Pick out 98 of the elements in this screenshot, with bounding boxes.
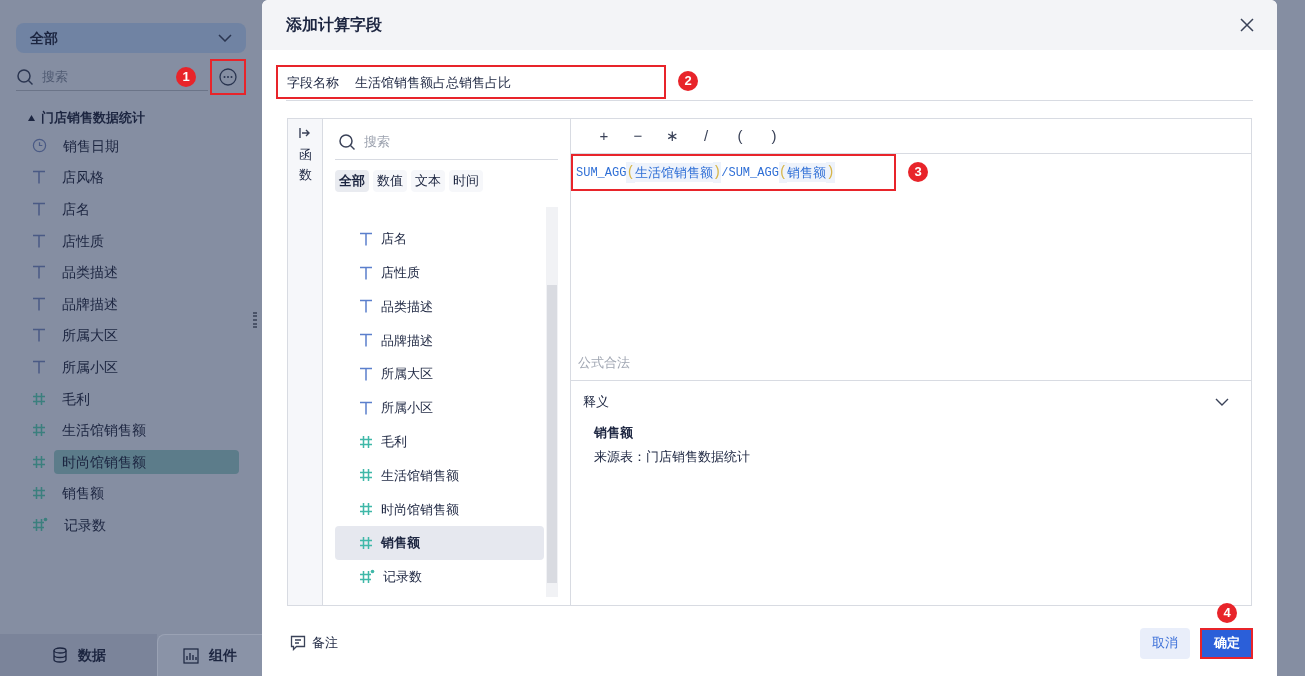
formula-status: 公式合法: [578, 353, 630, 372]
database-icon: [51, 647, 68, 663]
filter-tab[interactable]: 数值: [373, 170, 407, 192]
function-tab[interactable]: 函数: [288, 119, 323, 605]
hash-icon: [32, 486, 46, 501]
hash-icon: [359, 502, 373, 517]
filter-tab[interactable]: 全部: [335, 170, 369, 192]
scrollbar[interactable]: [546, 207, 558, 597]
search-input[interactable]: 搜索: [364, 131, 514, 152]
chevron-down-icon[interactable]: [1215, 398, 1229, 406]
text-type-icon: [359, 367, 373, 382]
field-item[interactable]: 品牌描述: [335, 323, 544, 358]
operator-button[interactable]: (: [732, 124, 748, 148]
field-item[interactable]: 店名: [54, 197, 239, 221]
field-item[interactable]: 记录数: [335, 559, 544, 594]
text-type-icon: [32, 296, 46, 311]
field-item[interactable]: 销售额: [54, 481, 239, 506]
field-item[interactable]: 店性质: [54, 228, 239, 253]
expand-arrow-icon: [299, 127, 311, 139]
field-item[interactable]: 毛利: [335, 424, 544, 459]
tree-group-label[interactable]: 门店销售数据统计: [41, 108, 145, 128]
field-item[interactable]: 所属小区: [335, 391, 544, 425]
field-item[interactable]: 生活馆销售额: [335, 458, 544, 493]
operator-button[interactable]: +: [596, 124, 612, 148]
field-item[interactable]: 销售额: [335, 526, 544, 560]
hash-icon: [359, 468, 373, 483]
text-type-icon: [359, 333, 373, 348]
hash-icon: [32, 423, 46, 438]
field-item[interactable]: 店风格: [54, 165, 239, 190]
formula-function: SUM_AGG: [576, 164, 627, 182]
dropdown[interactable]: 全部: [16, 23, 246, 53]
caret-icon[interactable]: [28, 114, 35, 122]
bottom-tab[interactable]: 数据: [0, 634, 157, 676]
text-type-icon: [359, 299, 373, 314]
field-item[interactable]: 毛利: [54, 386, 239, 411]
formula-paren: ): [826, 162, 835, 183]
field-item[interactable]: 生活馆销售额: [54, 418, 239, 443]
bar-chart-icon: [183, 647, 199, 664]
search-icon: [338, 132, 356, 151]
confirm-button[interactable]: 确定: [1200, 627, 1253, 659]
step-number-badge: 4: [1217, 603, 1237, 623]
search-icon: [16, 67, 34, 86]
step-number-badge: 3: [908, 162, 928, 182]
text-type-icon: [359, 265, 373, 280]
text-type-icon: [32, 233, 46, 248]
field-item[interactable]: 所属大区: [335, 357, 544, 391]
step-number-badge: 2: [678, 71, 698, 91]
formula-field-token: 生活馆销售额: [634, 162, 713, 183]
operator-button[interactable]: /: [698, 124, 714, 148]
chevron-down-icon: [218, 34, 232, 42]
field-item[interactable]: 时尚馆销售额: [335, 492, 544, 527]
text-type-icon: [32, 202, 46, 216]
explain-name: 销售额: [592, 424, 634, 442]
hash-icon: [32, 454, 46, 469]
formula-field-token: 销售额: [787, 162, 827, 183]
field-label: 字段名称: [287, 73, 339, 92]
hash-star-icon: [359, 569, 375, 585]
formula-paren: ): [712, 162, 722, 183]
text-type-icon: [359, 400, 373, 415]
operator-button[interactable]: −: [630, 124, 646, 148]
field-item[interactable]: 店名: [335, 222, 544, 256]
field-item[interactable]: 记录数: [56, 512, 239, 537]
field-item[interactable]: 品类描述: [335, 289, 544, 324]
field-item[interactable]: 店性质: [335, 255, 544, 290]
field-item[interactable]: 销售日期: [55, 133, 239, 158]
field-item[interactable]: 品类描述: [54, 260, 239, 285]
formula-function: SUM_AGG: [728, 164, 779, 182]
clock-icon: [32, 138, 47, 154]
text-type-icon: [32, 170, 46, 185]
text-type-icon: [359, 231, 373, 246]
filter-tab[interactable]: 文本: [411, 170, 445, 192]
formula-paren: (: [626, 162, 635, 183]
close-icon[interactable]: [1240, 18, 1254, 32]
explain-source: 来源表：门店销售数据统计: [593, 447, 751, 466]
operator-button[interactable]: ∗: [664, 124, 680, 148]
filter-tab[interactable]: 时间: [449, 170, 483, 192]
comment-icon: [290, 635, 306, 651]
hash-star-icon: [32, 517, 48, 533]
operator-button[interactable]: ): [766, 124, 782, 148]
field-item[interactable]: 所属大区: [54, 323, 239, 348]
hash-icon: [359, 536, 373, 551]
field-item[interactable]: 所属小区: [54, 354, 239, 379]
hash-icon: [32, 391, 46, 406]
hash-icon: [359, 434, 373, 449]
text-type-icon: [32, 328, 46, 343]
bottom-tab[interactable]: 组件: [157, 634, 262, 676]
field-name-input[interactable]: 生活馆销售额占总销售占比: [355, 72, 645, 93]
note-link[interactable]: 备注: [290, 633, 338, 653]
section-title: 释义: [583, 393, 609, 412]
formula-operator: /: [721, 164, 729, 182]
field-item[interactable]: 品牌描述: [54, 291, 239, 316]
dialog-title: 添加计算字段: [286, 15, 382, 35]
step-number-badge: 1: [176, 67, 196, 87]
cancel-button[interactable]: 取消: [1140, 627, 1190, 659]
text-type-icon: [32, 265, 46, 280]
text-type-icon: [32, 359, 46, 374]
formula-paren: (: [778, 162, 788, 183]
more-options-icon[interactable]: [210, 59, 246, 95]
